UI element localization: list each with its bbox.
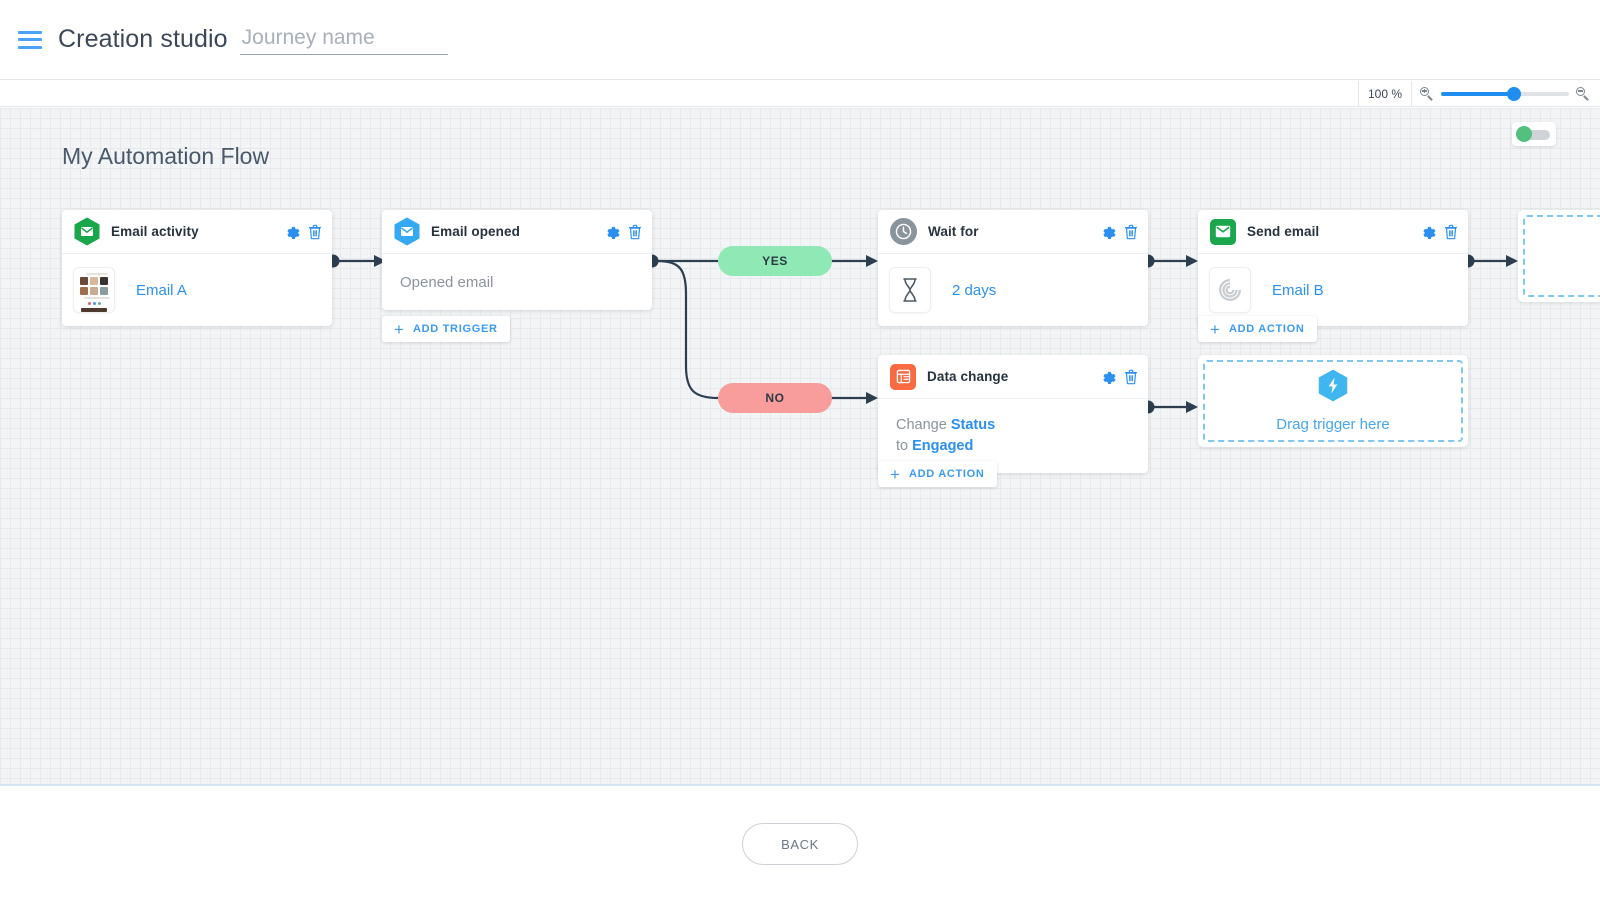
hamburger-bar [18,38,42,41]
add-action-label: ADD ACTION [1229,323,1305,335]
branch-no-label: NO [765,391,784,405]
hamburger-icon[interactable] [18,31,42,49]
clock-icon [890,218,917,245]
node-wait-for[interactable]: Wait for 2 days [878,210,1148,326]
data-change-description: Change Status to Engaged [896,415,1130,457]
flow-canvas[interactable]: My Automation Flow [0,108,1600,786]
hexagon-envelope-icon [394,217,420,246]
drag-trigger-label: Drag trigger here [1276,416,1389,433]
hamburger-bar [18,31,42,34]
app-header: Creation studio [0,0,1600,80]
add-action-button-data-change[interactable]: + ADD ACTION [878,461,997,487]
trash-icon[interactable] [1124,369,1138,385]
spiral-icon[interactable] [1210,268,1250,312]
zoom-slider-fill [1441,92,1513,96]
gear-icon[interactable] [285,224,300,239]
node-data-change[interactable]: Data change Change Status to Engaged [878,355,1148,473]
node-title: Send email [1247,224,1413,239]
node-email-opened[interactable]: Email opened Opened email [382,210,652,310]
change-field-value: Engaged [912,438,973,454]
zoom-slider-group [1412,87,1600,101]
node-title: Data change [927,369,1093,384]
square-table-icon [890,364,916,390]
magnifier-minus-icon[interactable] [1576,87,1590,101]
email-b-link[interactable]: Email B [1272,282,1324,299]
plus-icon: + [394,321,404,338]
trash-icon[interactable] [628,224,642,240]
node-header: Wait for [878,210,1148,254]
back-button[interactable]: BACK [742,823,858,865]
app-title: Creation studio [58,25,228,54]
empty-placeholder-inner [1523,215,1600,297]
trash-icon[interactable] [1124,224,1138,240]
gear-icon[interactable] [605,224,620,239]
trash-icon[interactable] [308,224,322,240]
plus-icon: + [1210,321,1220,338]
wait-duration-link[interactable]: 2 days [952,282,996,299]
hexagon-bolt-icon [1318,369,1348,407]
branch-yes-pill[interactable]: YES [718,246,832,276]
change-field-name: Status [951,417,995,433]
node-header: Email opened [382,210,652,254]
change-prefix: Change [896,417,951,433]
node-title: Wait for [928,224,1093,239]
magnifier-plus-icon[interactable] [1420,87,1434,101]
footer-bar: BACK [0,788,1600,900]
node-title: Email opened [431,224,597,239]
journey-name-input[interactable] [240,25,448,55]
add-action-button-send-email[interactable]: + ADD ACTION [1198,316,1317,342]
add-trigger-label: ADD TRIGGER [413,323,498,335]
toggle-knob[interactable] [1516,126,1532,142]
opened-email-text: Opened email [400,274,493,291]
zoom-toolbar: 100 % [0,81,1600,107]
gear-icon[interactable] [1101,224,1116,239]
drag-trigger-placeholder[interactable]: Drag trigger here [1198,355,1468,447]
plus-icon: + [890,466,900,483]
gear-icon[interactable] [1101,369,1116,384]
hourglass-icon[interactable] [890,268,930,312]
node-send-email[interactable]: Send email [1198,210,1468,326]
branch-no-pill[interactable]: NO [718,383,832,413]
node-title: Email activity [111,224,277,239]
node-body: 2 days [878,254,1148,326]
change-middle: to [896,438,912,454]
node-header: Data change [878,355,1148,399]
node-body: Email A [62,254,332,326]
empty-node-placeholder[interactable] [1518,210,1600,302]
flow-title: My Automation Flow [62,143,269,170]
trash-icon[interactable] [1444,224,1458,240]
email-template-thumbnail[interactable] [74,268,114,312]
zoom-slider[interactable] [1441,92,1569,96]
canvas-toggle[interactable] [1512,122,1556,146]
gear-icon[interactable] [1421,224,1436,239]
node-header: Email activity [62,210,332,254]
add-trigger-button[interactable]: + ADD TRIGGER [382,316,510,342]
hexagon-envelope-icon [74,217,100,246]
node-header: Send email [1198,210,1468,254]
zoom-slider-handle[interactable] [1507,87,1521,101]
node-body: Opened email [382,254,652,310]
zoom-percent-label: 100 % [1358,81,1412,107]
add-action-label: ADD ACTION [909,468,985,480]
branch-yes-label: YES [762,254,788,268]
hamburger-bar [18,46,42,49]
email-a-link[interactable]: Email A [136,282,187,299]
square-envelope-icon [1210,219,1236,245]
node-email-activity[interactable]: Email activity [62,210,332,326]
